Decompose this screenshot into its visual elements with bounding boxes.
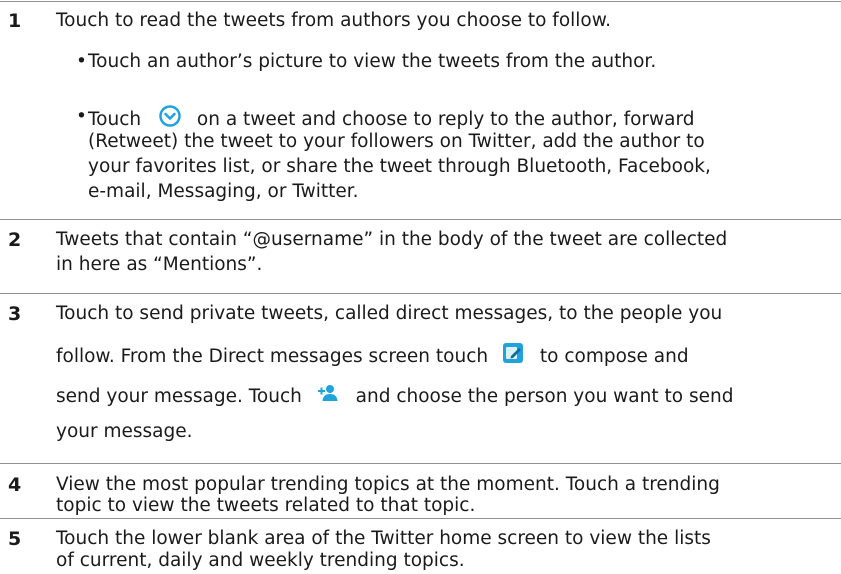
row-text: of current, daily and weekly trending to…: [56, 550, 465, 571]
bullet-text: e-mail, Messaging, or Twitter.: [88, 181, 359, 202]
row-number: 3: [8, 303, 22, 325]
row-divider: [0, 463, 841, 464]
bullet-text-end: on a tweet and choose to reply to the au…: [196, 108, 695, 130]
row-text-start: send your message. Touch: [56, 385, 302, 407]
row-text: Touch to send private tweets, called dir…: [56, 303, 723, 324]
row-text-end: and choose the person you want to send: [355, 385, 734, 407]
row-number: 5: [8, 528, 22, 550]
row-number: 1: [8, 10, 22, 32]
row-text: in here as “Mentions”.: [56, 254, 263, 275]
bullet-text: Touch an author’s picture to view the tw…: [88, 51, 657, 72]
row-text: Touch the lower blank area of the Twitte…: [56, 528, 711, 549]
row-divider: [0, 219, 841, 220]
bullet-text: your favorites list, or share the tweet …: [88, 156, 711, 177]
add-person-icon: [316, 383, 340, 411]
row-text-start: follow. From the Direct messages screen …: [56, 345, 489, 367]
bullet-text: (Retweet) the tweet to your followers on…: [88, 131, 705, 152]
row-text-end: to compose and: [539, 345, 689, 367]
row-text: topic to view the tweets related to that…: [56, 495, 476, 516]
row-divider: [0, 1, 841, 2]
row-text: Touch to read the tweets from authors yo…: [56, 10, 612, 31]
bullet-dot: •: [76, 106, 87, 127]
compose-icon: [502, 342, 524, 372]
row-text: Tweets that contain “@username” in the b…: [56, 229, 728, 250]
row-text: send your message. Touch and choose the …: [56, 383, 733, 411]
row-text: your message.: [56, 421, 193, 442]
row-divider: [0, 293, 841, 294]
row-text: follow. From the Direct messages screen …: [56, 342, 689, 372]
bullet-dot: •: [76, 51, 87, 72]
bullet-text-start: Touch: [88, 108, 142, 130]
row-number: 4: [8, 474, 22, 496]
row-number: 2: [8, 229, 22, 251]
